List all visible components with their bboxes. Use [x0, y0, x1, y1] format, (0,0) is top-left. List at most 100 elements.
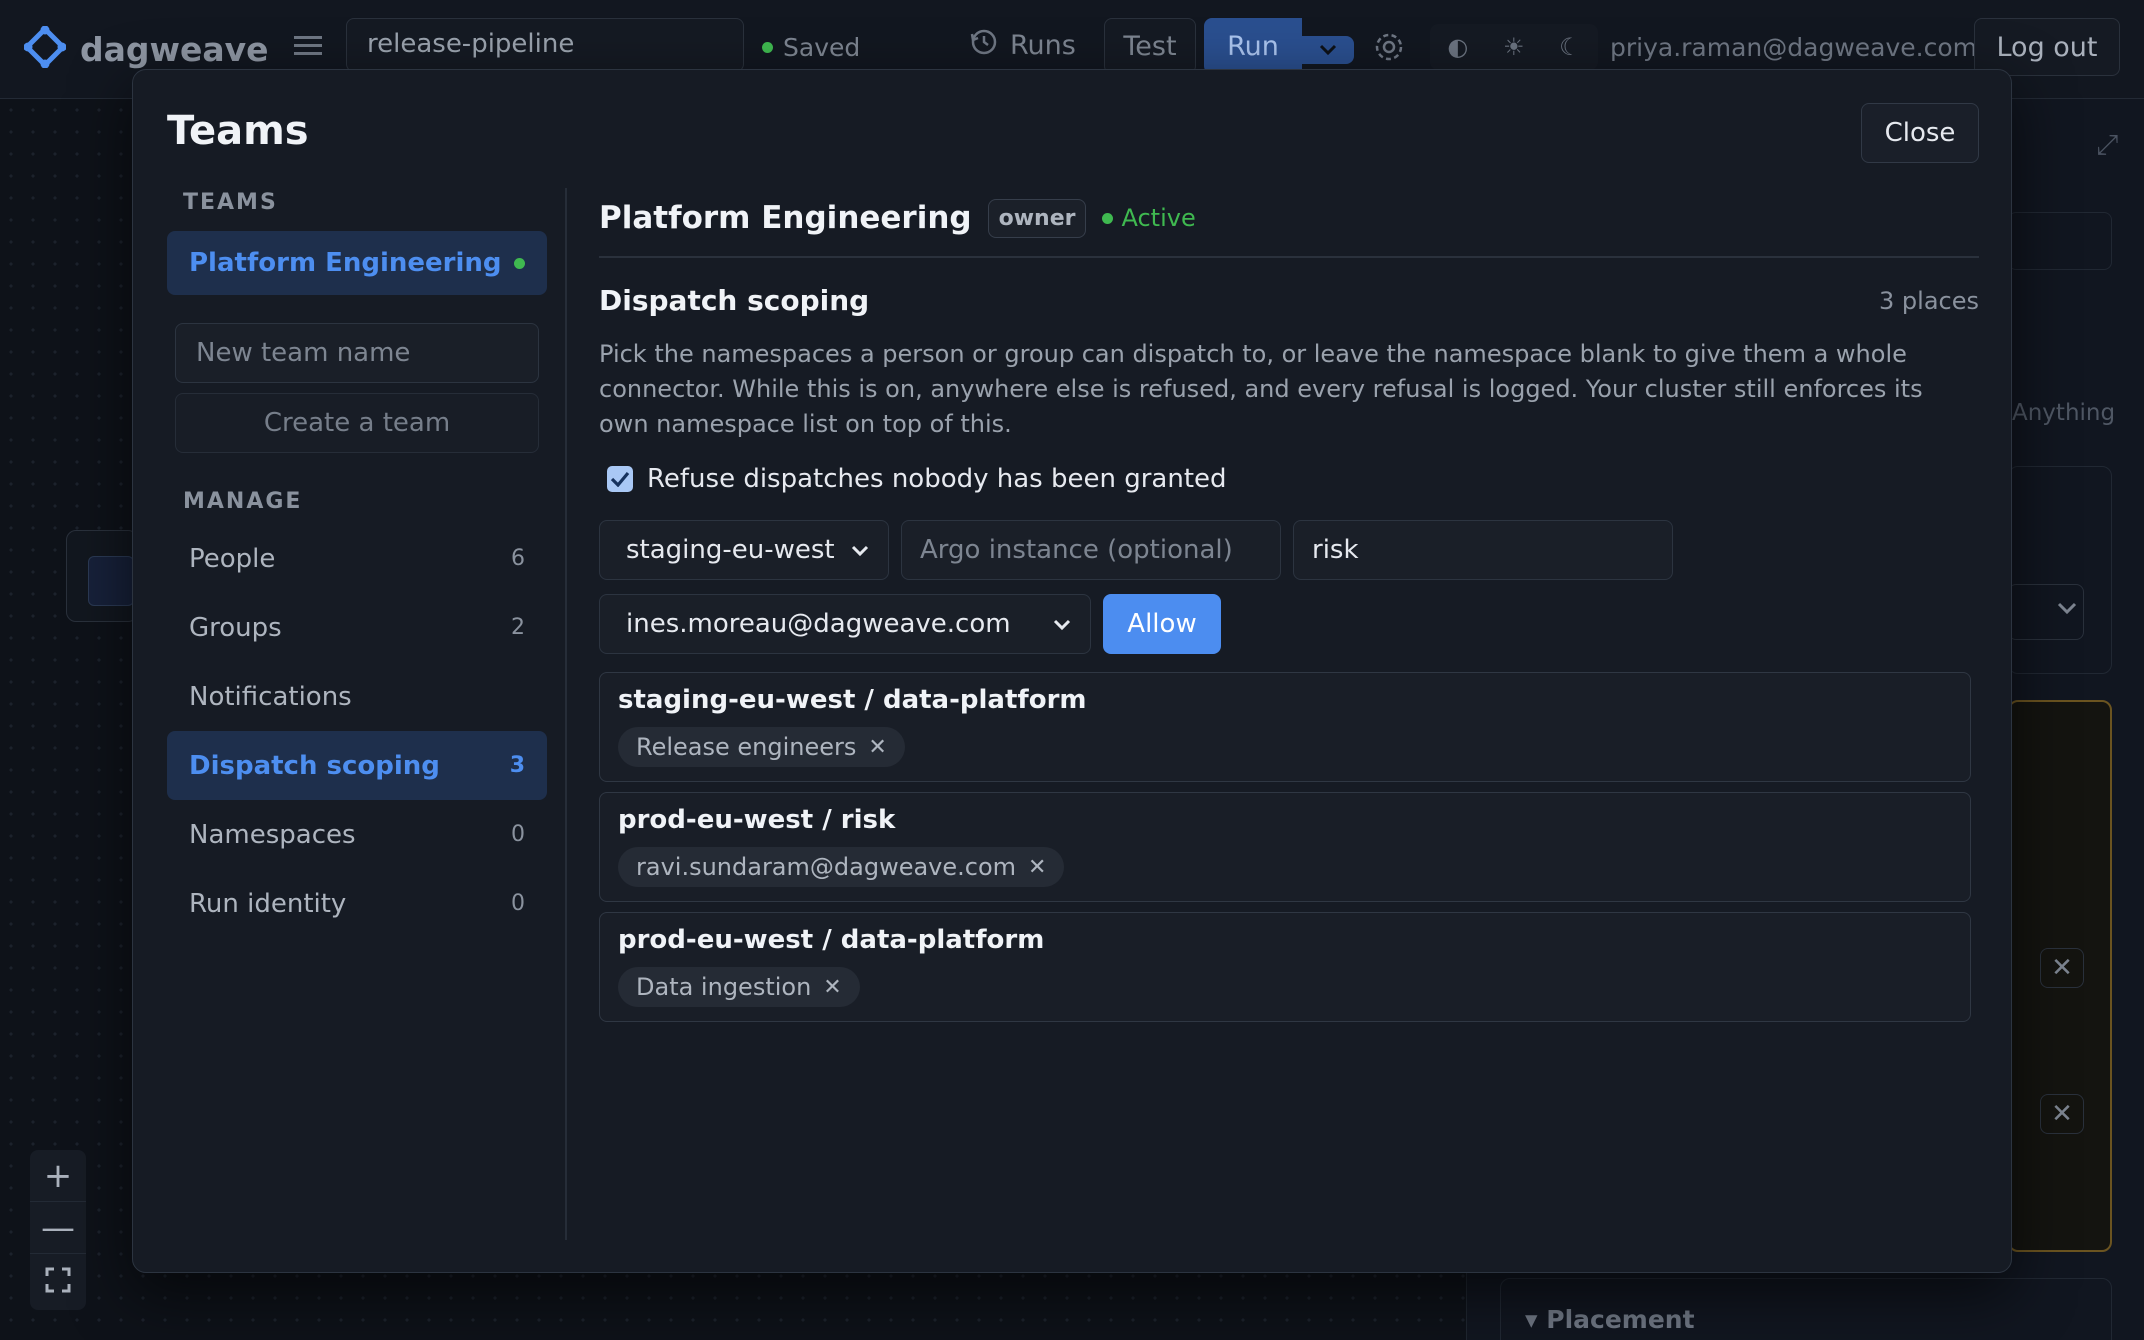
- new-team-input[interactable]: New team name: [175, 323, 539, 383]
- nav-item-label: Namespaces: [189, 819, 356, 850]
- section-count: 3 places: [1879, 286, 1979, 315]
- grantee-chip-label: Release engineers: [636, 733, 857, 761]
- refuse-ungranted-toggle[interactable]: Refuse dispatches nobody has been grante…: [599, 464, 1979, 494]
- nav-item-label: Dispatch scoping: [189, 750, 440, 781]
- brand[interactable]: dagweave: [23, 25, 269, 72]
- close-button[interactable]: Close: [1861, 103, 1979, 163]
- grantee-chip-label: Data ingestion: [636, 973, 812, 1001]
- namespace-input[interactable]: risk: [1293, 520, 1673, 580]
- test-button[interactable]: Test: [1104, 18, 1196, 74]
- grantee-chip: ravi.sundaram@dagweave.com ✕: [618, 847, 1065, 887]
- team-active-dot-icon: [514, 257, 525, 269]
- menu-icon[interactable]: [294, 34, 322, 62]
- modal-title: Teams: [167, 108, 309, 154]
- inspector-field[interactable]: [2008, 212, 2112, 270]
- manage-heading: MANAGE: [183, 489, 303, 514]
- remove-grant-icon[interactable]: ✕: [1028, 855, 1046, 880]
- nav-item-run-identity[interactable]: Run identity 0: [167, 869, 547, 938]
- grant-list: staging-eu-west / data-platform Release …: [599, 672, 1971, 1022]
- team-item-platform-engineering[interactable]: Platform Engineering: [167, 231, 547, 295]
- role-badge: owner: [987, 198, 1087, 238]
- brand-name: dagweave: [80, 29, 269, 69]
- node-icon: [88, 556, 134, 606]
- scope-form-row: staging-eu-west Argo instance (optional)…: [599, 520, 1979, 580]
- chevron-down-icon: [2056, 600, 2078, 619]
- saved-status: Saved: [762, 33, 860, 62]
- modal-sidebar: TEAMS Platform Engineering New team name…: [167, 190, 547, 938]
- chevron-down-icon: [1052, 609, 1072, 639]
- section-title: Dispatch scoping: [599, 284, 870, 317]
- argo-instance-input[interactable]: Argo instance (optional): [901, 520, 1281, 580]
- expand-icon[interactable]: ⤢: [2096, 128, 2118, 162]
- run-button[interactable]: Run: [1204, 18, 1302, 74]
- placement-section[interactable]: ▾ Placement: [1500, 1278, 2112, 1340]
- column-divider: [565, 188, 567, 1240]
- section-header: Dispatch scoping 3 places: [599, 284, 1979, 317]
- connector-select-value: staging-eu-west: [626, 535, 835, 565]
- nav-item-count: 6: [511, 546, 525, 571]
- grant-target: prod-eu-west / data-platform: [618, 925, 1045, 955]
- gear-icon[interactable]: [1372, 30, 1406, 68]
- inspector-card: [2008, 466, 2112, 674]
- grant-card: staging-eu-west / data-platform Release …: [599, 672, 1971, 782]
- runs-label: Runs: [1010, 30, 1076, 61]
- nav-item-people[interactable]: People 6: [167, 524, 547, 593]
- connector-select[interactable]: staging-eu-west: [599, 520, 889, 580]
- dark-theme-icon[interactable]: ☾: [1559, 33, 1581, 61]
- header-divider: [599, 256, 1979, 258]
- inspector-anything-label: Anything: [2012, 400, 2116, 426]
- nav-item-dispatch-scoping[interactable]: Dispatch scoping 3: [167, 731, 547, 800]
- runs-button[interactable]: Runs: [970, 28, 1076, 63]
- nav-item-namespaces[interactable]: Namespaces 0: [167, 800, 547, 869]
- nav-item-label: Groups: [189, 612, 282, 643]
- grant-card: prod-eu-west / data-platform Data ingest…: [599, 912, 1971, 1022]
- grant-target: staging-eu-west / data-platform: [618, 685, 1087, 715]
- status-badge: Active: [1102, 204, 1196, 232]
- nav-item-count: 3: [509, 753, 525, 778]
- allow-button[interactable]: Allow: [1103, 594, 1221, 654]
- refuse-checkbox[interactable]: [607, 466, 633, 492]
- nav-item-label: People: [189, 543, 276, 574]
- grantee-chip-label: ravi.sundaram@dagweave.com: [636, 853, 1017, 881]
- grantee-select-value: ines.moreau@dagweave.com: [626, 609, 1011, 639]
- dispatch-scoping-panel: Platform Engineering owner Active Dispat…: [599, 190, 1979, 1032]
- remove-grant-icon[interactable]: ✕: [868, 735, 886, 760]
- team-item-label: Platform Engineering: [189, 248, 502, 278]
- nav-item-label: Notifications: [189, 681, 352, 712]
- logout-button[interactable]: Log out: [1974, 18, 2120, 76]
- remove-icon[interactable]: ✕: [2040, 948, 2084, 988]
- run-options-button[interactable]: [1302, 36, 1354, 64]
- saved-label: Saved: [783, 33, 861, 62]
- history-icon: [970, 28, 998, 63]
- create-team-button[interactable]: Create a team: [175, 393, 539, 453]
- grantee-chip: Release engineers ✕: [618, 727, 905, 767]
- teams-modal: Teams Close TEAMS Platform Engineering N…: [132, 69, 2012, 1273]
- chevron-down-icon: [850, 535, 870, 565]
- status-label: Active: [1121, 204, 1196, 232]
- nav-item-label: Run identity: [189, 888, 347, 919]
- grantee-select[interactable]: ines.moreau@dagweave.com: [599, 594, 1091, 654]
- nav-item-notifications[interactable]: Notifications: [167, 662, 547, 731]
- nav-item-count: 0: [511, 891, 525, 916]
- dagweave-logo-icon: [23, 25, 67, 72]
- pipeline-name-input[interactable]: release-pipeline: [346, 18, 744, 72]
- user-email: priya.raman@dagweave.com: [1610, 33, 1977, 62]
- grant-target: prod-eu-west / risk: [618, 805, 896, 835]
- team-title: Platform Engineering: [599, 200, 972, 236]
- remove-grant-icon[interactable]: ✕: [823, 975, 841, 1000]
- chevron-down-icon: [1319, 41, 1337, 60]
- grant-card: prod-eu-west / risk ravi.sundaram@dagwea…: [599, 792, 1971, 902]
- zoom-controls: + —: [30, 1150, 86, 1310]
- nav-item-count: 0: [511, 822, 525, 847]
- remove-icon[interactable]: ✕: [2040, 1094, 2084, 1134]
- grantee-chip: Data ingestion ✕: [618, 967, 860, 1007]
- team-header: Platform Engineering owner Active: [599, 190, 1979, 246]
- fit-view-icon[interactable]: [30, 1254, 86, 1306]
- teams-heading: TEAMS: [183, 190, 278, 215]
- auto-theme-icon[interactable]: ◐: [1447, 33, 1468, 61]
- zoom-in-icon[interactable]: +: [30, 1150, 86, 1202]
- light-theme-icon[interactable]: ☀: [1503, 33, 1525, 61]
- nav-item-groups[interactable]: Groups 2: [167, 593, 547, 662]
- zoom-out-icon[interactable]: —: [30, 1202, 86, 1254]
- grantee-form-row: ines.moreau@dagweave.com Allow: [599, 594, 1979, 654]
